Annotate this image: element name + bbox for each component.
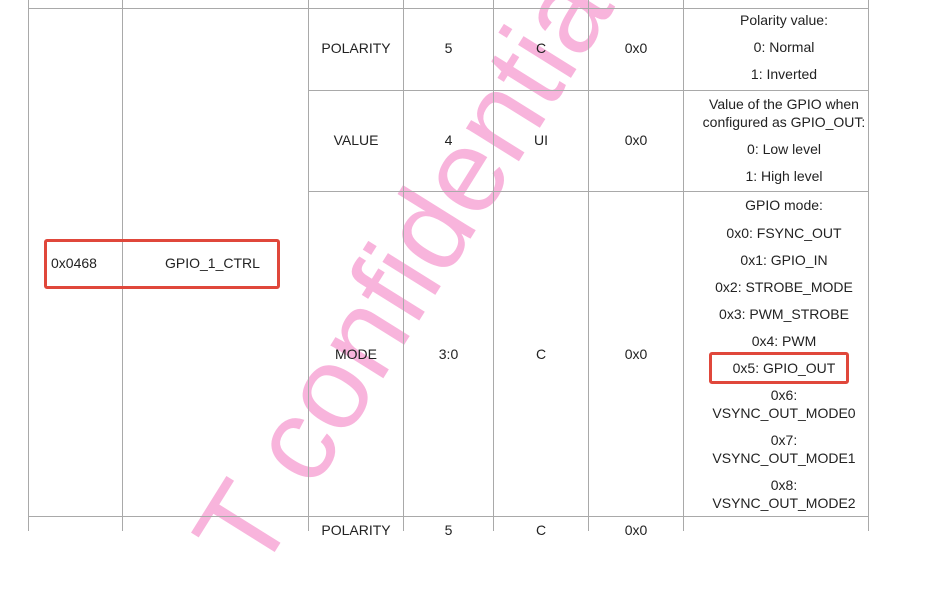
description-line: GPIO mode: xyxy=(745,197,823,213)
field-bits: 3:0 xyxy=(438,346,459,362)
description-line: 0x3: PWM_STROBE xyxy=(719,306,849,322)
description-line: 0x4: PWM xyxy=(751,333,817,349)
col-divider xyxy=(308,0,309,531)
description-line: Value of the GPIO when xyxy=(709,96,859,112)
description-line: 1: Inverted xyxy=(750,66,818,82)
gpio-out-highlight-box xyxy=(709,352,849,384)
field-reset: 0x0 xyxy=(624,346,648,362)
row-divider xyxy=(28,8,869,9)
description-line: 0x6: xyxy=(770,387,798,403)
field-reset: 0x0 xyxy=(624,132,648,148)
row-divider xyxy=(308,90,869,91)
field-access: UI xyxy=(534,132,548,148)
description-line: 0x1: GPIO_IN xyxy=(740,252,828,268)
field-name: VALUE xyxy=(333,132,379,148)
field-name: POLARITY xyxy=(321,40,391,56)
description-line: 0x2: STROBE_MODE xyxy=(715,279,853,295)
description-line: 0x8: xyxy=(770,477,798,493)
description-line: 0: Low level xyxy=(747,141,821,157)
description-line: Polarity value: xyxy=(740,12,828,28)
col-divider xyxy=(403,0,404,531)
field-bits: 5 xyxy=(444,40,453,56)
description-line: VSYNC_OUT_MODE2 xyxy=(712,495,856,511)
description-line: 0: Normal xyxy=(753,39,815,55)
field-access: C xyxy=(535,40,547,56)
col-divider xyxy=(493,0,494,531)
description-line: 0x0: FSYNC_OUT xyxy=(726,225,842,241)
row-divider xyxy=(28,516,869,517)
register-table: T confidential 0x0468 GPIO_1_CTRL POLARI… xyxy=(0,0,941,592)
confidential-watermark: T confidential xyxy=(168,0,652,592)
register-highlight-box xyxy=(44,239,280,289)
description-line: 0x7: xyxy=(770,432,798,448)
field-reset: 0x0 xyxy=(624,40,648,56)
field-access: C xyxy=(535,346,547,362)
col-divider xyxy=(588,0,589,531)
field-name: MODE xyxy=(335,346,377,362)
row-divider xyxy=(308,191,869,192)
description-line: VSYNC_OUT_MODE0 xyxy=(712,405,856,421)
field-bits: 4 xyxy=(444,132,453,148)
description-line: configured as GPIO_OUT: xyxy=(702,114,866,130)
col-divider xyxy=(28,0,29,531)
description-line: VSYNC_OUT_MODE1 xyxy=(712,450,856,466)
description-line: 1: High level xyxy=(745,168,823,184)
